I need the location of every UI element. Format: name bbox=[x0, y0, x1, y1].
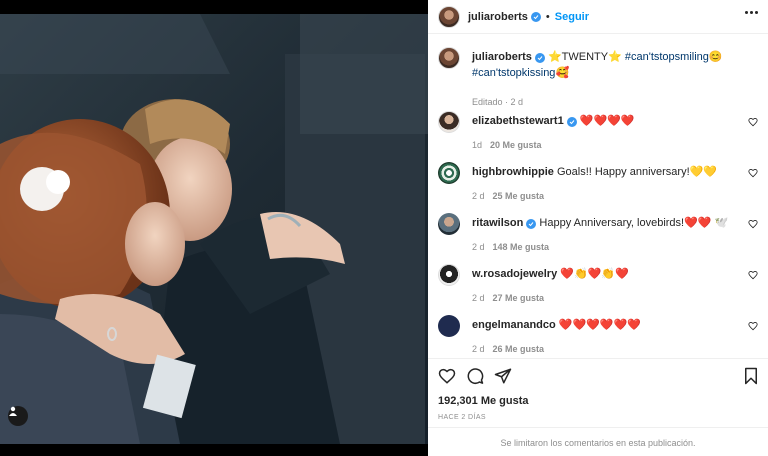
photo-illustration bbox=[0, 14, 428, 444]
comment-meta: 2 d 25 Me gusta bbox=[472, 191, 544, 201]
comment-meta: 2 d 26 Me gusta bbox=[472, 344, 544, 354]
comment-item: w.rosadojewelry ❤️👏❤️👏❤️ 2 d 27 Me gusta bbox=[438, 264, 758, 308]
comment-item: highbrowhippie Goals!! Happy anniversary… bbox=[438, 162, 758, 206]
heart-icon[interactable] bbox=[438, 367, 456, 385]
comment-text: w.rosadojewelry ❤️👏❤️👏❤️ bbox=[472, 267, 742, 281]
post-footer: 192,301 Me gusta HACE 2 DÍAS Se limitaro… bbox=[428, 358, 768, 456]
comment-meta: 1d 20 Me gusta bbox=[472, 140, 542, 150]
share-icon[interactable] bbox=[494, 367, 512, 385]
heart-icon[interactable] bbox=[748, 117, 758, 127]
comment-username[interactable]: elizabethstewart1 bbox=[472, 115, 564, 127]
comment-item: elizabethstewart1 ❤️❤️❤️❤️ 1d 20 Me gusta bbox=[438, 111, 758, 155]
comment-likes[interactable]: 27 Me gusta bbox=[493, 293, 545, 303]
verified-icon bbox=[526, 219, 537, 229]
caption-emoji: 😊 bbox=[708, 51, 723, 63]
avatar[interactable] bbox=[438, 111, 460, 133]
avatar[interactable] bbox=[438, 315, 460, 337]
comment-body: ❤️👏❤️👏❤️ bbox=[560, 268, 629, 280]
comment-username[interactable]: ritawilson bbox=[472, 217, 523, 229]
avatar[interactable] bbox=[438, 213, 460, 235]
post-media bbox=[0, 0, 428, 456]
like-count[interactable]: 192,301 Me gusta bbox=[438, 395, 529, 407]
comment-username[interactable]: engelmanandco bbox=[472, 319, 556, 331]
comment-text: ritawilson Happy Anniversary, lovebirds!… bbox=[472, 216, 742, 230]
post-sidebar: juliaroberts • Seguir juliaroberts ⭐TWEN… bbox=[428, 0, 768, 456]
heart-icon[interactable] bbox=[748, 219, 758, 229]
comment-meta: 2 d 27 Me gusta bbox=[472, 293, 544, 303]
caption-meta: Editado · 2 d bbox=[472, 97, 524, 107]
comments-list[interactable]: juliaroberts ⭐TWENTY⭐ #can'tstopsmiling😊… bbox=[428, 34, 768, 358]
more-options-icon[interactable] bbox=[745, 11, 758, 14]
comments-limited-notice: Se limitaron los comentarios en esta pub… bbox=[428, 427, 768, 456]
heart-icon[interactable] bbox=[748, 168, 758, 178]
heart-icon[interactable] bbox=[748, 321, 758, 331]
verified-icon bbox=[530, 11, 541, 22]
comment-item: ritawilson Happy Anniversary, lovebirds!… bbox=[438, 213, 758, 257]
comment-username[interactable]: w.rosadojewelry bbox=[472, 268, 557, 280]
comment-likes[interactable]: 20 Me gusta bbox=[490, 140, 542, 150]
post-author-username[interactable]: juliaroberts bbox=[468, 11, 528, 23]
verified-icon bbox=[534, 53, 545, 63]
comment-username[interactable]: highbrowhippie bbox=[472, 166, 554, 178]
avatar[interactable] bbox=[438, 264, 460, 286]
user-tag-icon bbox=[9, 406, 17, 416]
user-tag-button[interactable] bbox=[8, 406, 28, 426]
caption-text: juliaroberts ⭐TWENTY⭐ #can'tstopsmiling😊… bbox=[472, 49, 752, 81]
comment-likes[interactable]: 148 Me gusta bbox=[493, 242, 550, 252]
bookmark-icon[interactable] bbox=[742, 367, 760, 385]
hashtag-link[interactable]: #can'tstopkissing bbox=[472, 67, 555, 79]
avatar[interactable] bbox=[438, 47, 460, 69]
comment-text: elizabethstewart1 ❤️❤️❤️❤️ bbox=[472, 114, 742, 128]
post-timestamp[interactable]: HACE 2 DÍAS bbox=[438, 414, 486, 421]
comment-body: Goals!! Happy anniversary!💛💛 bbox=[556, 166, 718, 178]
comment-item: engelmanandco ❤️❤️❤️❤️❤️❤️ 2 d 26 Me gust… bbox=[438, 315, 758, 358]
comment-icon[interactable] bbox=[466, 367, 484, 385]
comment-body: Happy Anniversary, lovebirds!❤️❤️ 🕊️ bbox=[539, 217, 729, 229]
post-photo[interactable] bbox=[0, 14, 428, 444]
follow-button[interactable]: Seguir bbox=[555, 11, 589, 23]
comment-likes[interactable]: 26 Me gusta bbox=[493, 344, 545, 354]
caption-username[interactable]: juliaroberts bbox=[472, 51, 532, 63]
verified-icon bbox=[566, 117, 577, 127]
action-bar bbox=[438, 367, 760, 387]
comment-body: ❤️❤️❤️❤️❤️❤️ bbox=[558, 319, 641, 331]
comment-time: 2 d bbox=[472, 293, 485, 303]
comment-time: 1d bbox=[472, 140, 483, 150]
avatar[interactable] bbox=[438, 5, 460, 28]
comment-time: 2 d bbox=[472, 242, 485, 252]
caption-emoji: 🥰 bbox=[555, 67, 570, 79]
comment-time: 2 d bbox=[472, 191, 485, 201]
comment-likes[interactable]: 25 Me gusta bbox=[493, 191, 545, 201]
hashtag-link[interactable]: #can'tstopsmiling bbox=[625, 51, 709, 63]
comment-text: highbrowhippie Goals!! Happy anniversary… bbox=[472, 165, 742, 179]
heart-icon[interactable] bbox=[748, 270, 758, 280]
separator: • bbox=[545, 10, 550, 23]
post-header: juliaroberts • Seguir bbox=[428, 0, 768, 34]
comment-body: ❤️❤️❤️❤️ bbox=[579, 115, 635, 127]
comment-meta: 2 d 148 Me gusta bbox=[472, 242, 549, 252]
avatar[interactable] bbox=[438, 162, 460, 184]
comment-time: 2 d bbox=[472, 344, 485, 354]
caption-prefix: ⭐TWENTY⭐ bbox=[547, 51, 625, 63]
comment-text: engelmanandco ❤️❤️❤️❤️❤️❤️ bbox=[472, 318, 742, 332]
